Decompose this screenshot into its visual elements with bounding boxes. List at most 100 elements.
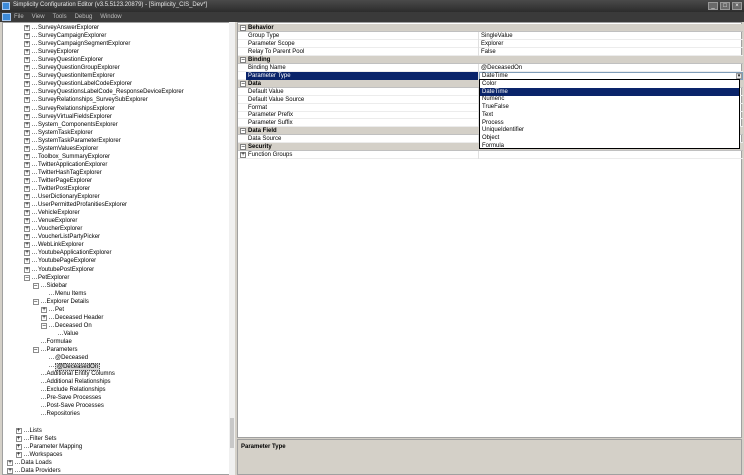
expand-icon[interactable]: + (24, 250, 30, 257)
tree-node[interactable]: + SurveyQuestionLabelCodeExplorer (3, 80, 229, 88)
tree-node-label[interactable]: Lists (30, 427, 42, 435)
tree-node-label[interactable]: TwitterHashTagExplorer (38, 169, 102, 177)
tree-node-label[interactable]: SurveyRelationships_SurveySubExplorer (38, 96, 148, 104)
tree-node[interactable]: + VoucherListPartyPicker (3, 233, 229, 241)
tree-node[interactable]: − PetExplorer (3, 274, 229, 282)
expand-icon[interactable]: + (24, 186, 30, 192)
tree-node-label[interactable]: TwitterPostExplorer (38, 185, 90, 193)
tree-node[interactable]: + TwitterPageExplorer (3, 177, 229, 185)
collapse-icon[interactable]: − (41, 322, 47, 329)
expand-icon[interactable]: + (24, 97, 30, 104)
expand-icon[interactable]: + (24, 169, 30, 176)
tree-node[interactable]: + Parameter Mapping (3, 443, 229, 451)
tree-node-label[interactable]: SurveyCampaignSegmentExplorer (38, 40, 130, 48)
column-divider[interactable] (478, 39, 479, 48)
minimize-button[interactable]: _ (708, 2, 718, 10)
property-row[interactable]: Binding Name @DeceasedOn (238, 63, 743, 72)
tree-node[interactable]: Menu Items (3, 290, 229, 298)
collapse-icon[interactable]: − (32, 347, 39, 353)
tree-node[interactable]: + SurveyAnswerExplorer (3, 24, 229, 32)
property-value[interactable]: Explorer (481, 40, 503, 48)
tree-node-label[interactable]: Toolbox_SummaryExplorer (38, 153, 110, 161)
collapse-icon[interactable]: − (240, 144, 246, 151)
tree-node[interactable]: + SystemValuesExplorer (3, 145, 229, 153)
tree-node-label[interactable]: SurveyExplorer (38, 48, 79, 56)
property-category[interactable]: − Behavior (238, 24, 743, 32)
property-row[interactable]: Group Type SingleValue (238, 31, 743, 40)
tree-node-label[interactable]: YoutubeApplicationExplorer (38, 249, 112, 257)
property-value[interactable]: False (481, 48, 496, 56)
tree-node-label[interactable]: Formulae (47, 338, 72, 346)
tree-node[interactable]: + Data Providers (3, 467, 229, 474)
property-row[interactable]: + Function Groups (238, 151, 743, 160)
tree-node[interactable]: + System_ComponentsExplorer (3, 121, 229, 129)
tree-node-label[interactable]: Parameters (47, 346, 78, 354)
tree-node-label[interactable]: SurveyQuestionExplorer (38, 56, 103, 64)
expand-icon[interactable]: + (24, 121, 30, 128)
tree-node-label[interactable]: WebLinkExplorer (38, 241, 84, 249)
tree-node-label[interactable]: Post-Save Processes (47, 402, 104, 410)
expand-icon[interactable]: + (24, 33, 30, 40)
tree-node-label[interactable]: SystemValuesExplorer (38, 145, 98, 153)
expand-icon[interactable]: + (24, 177, 30, 184)
tree-node[interactable]: − Parameters (3, 346, 229, 354)
tree-node-label[interactable]: Explorer Details (47, 298, 89, 306)
tree-node[interactable]: + SurveyQuestionGroupExplorer (3, 64, 229, 72)
tree-node-label[interactable]: SurveyVirtualFieldsExplorer (38, 113, 112, 121)
tree-node[interactable]: + SurveyCampaignSegmentExplorer (3, 40, 229, 48)
tree-node[interactable]: + SystemTaskExplorer (3, 129, 229, 137)
tree-node[interactable]: Additional Relationships (3, 378, 229, 386)
expand-icon[interactable]: + (24, 105, 30, 112)
tree-scrollbar[interactable] (229, 22, 235, 475)
expand-icon[interactable]: + (15, 427, 22, 434)
parameter-type-dropdown-list[interactable]: Color DateTime Numeric TrueFalse Text Process… (479, 79, 740, 149)
expand-icon[interactable]: + (24, 218, 30, 225)
tree-node[interactable]: + Deceased Header (3, 314, 229, 322)
expand-icon[interactable]: + (24, 258, 30, 265)
expand-icon[interactable]: + (24, 81, 30, 88)
expand-icon[interactable]: + (24, 234, 30, 241)
tree-node-label[interactable]: VoucherListPartyPicker (38, 233, 100, 241)
tree-node-label[interactable]: SurveyCampaignExplorer (38, 32, 106, 40)
tree-node[interactable]: + SurveyRelationships_SurveySubExplorer (3, 96, 229, 104)
expand-icon[interactable]: + (24, 57, 30, 64)
tree-node[interactable]: + Filter Sets (3, 435, 229, 443)
expand-icon[interactable]: + (24, 242, 30, 249)
expand-icon[interactable]: + (41, 306, 47, 313)
tree-node-label[interactable]: Workspaces (30, 451, 63, 459)
tree-node[interactable]: + TwitterApplicationExplorer (3, 161, 229, 169)
tree-node[interactable]: + SurveyRelationshipsExplorer (3, 105, 229, 113)
tree-node-label[interactable]: PetExplorer (38, 274, 69, 282)
collapse-icon[interactable]: − (24, 274, 30, 281)
property-value[interactable]: SingleValue (481, 32, 513, 40)
tree-node-label[interactable]: VenueExplorer (38, 217, 77, 225)
tree-node[interactable]: + Workspaces (3, 451, 229, 459)
expand-icon[interactable]: + (24, 153, 30, 160)
maximize-button[interactable]: □ (720, 2, 730, 10)
tree-node[interactable]: + Pet (3, 306, 229, 314)
expand-icon[interactable]: + (24, 137, 30, 144)
configuration-tree[interactable]: + SurveyAnswerExplorer + SurveyCampaignExpl… (2, 22, 234, 475)
collapse-icon[interactable]: − (32, 282, 39, 289)
tree-node-label[interactable]: SystemTaskParameterExplorer (38, 137, 121, 145)
tree-node[interactable]: + UserPermittedProfanitiesExplorer (3, 201, 229, 209)
menu-file[interactable]: File (14, 14, 24, 20)
expand-icon[interactable]: + (24, 194, 30, 201)
tree-node[interactable]: + SurveyQuestionItemExplorer (3, 72, 229, 80)
tree-node-label[interactable]: SurveyAnswerExplorer (38, 24, 99, 32)
tree-node[interactable]: Post-Save Processes (3, 402, 229, 410)
tree-node[interactable]: + SurveyVirtualFieldsExplorer (3, 113, 229, 121)
expand-icon[interactable]: + (24, 226, 30, 233)
tree-node-label[interactable]: Pet (55, 306, 64, 314)
expand-icon[interactable]: + (24, 25, 30, 31)
menu-window[interactable]: Window (100, 14, 121, 20)
tree-node[interactable]: Value (3, 330, 229, 338)
collapse-icon[interactable]: − (32, 298, 39, 305)
tree-node-label[interactable]: SurveyRelationshipsExplorer (38, 105, 115, 113)
expand-icon[interactable]: + (24, 65, 30, 72)
tree-node-label[interactable]: Parameter Mapping (30, 443, 83, 451)
tree-node[interactable] (3, 418, 229, 426)
tree-node-label[interactable]: Filter Sets (30, 435, 57, 443)
tree-node[interactable]: Additional Entity Columns (3, 370, 229, 378)
tree-node-label[interactable]: YoutubePostExplorer (38, 266, 94, 274)
